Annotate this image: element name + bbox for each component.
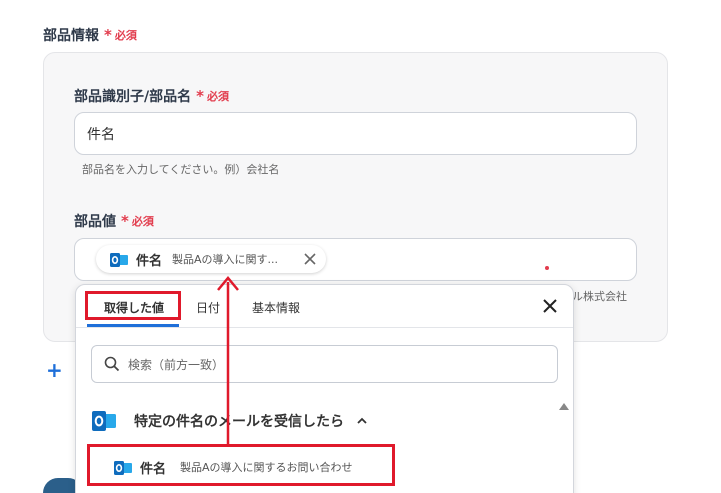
close-icon[interactable] bbox=[541, 297, 559, 315]
value-hint-tail: ル株式会社 bbox=[572, 290, 627, 303]
list-item[interactable]: 件名 製品Aの導入に関するお問い合わせ bbox=[98, 455, 388, 479]
scroll-up-arrow[interactable] bbox=[559, 403, 569, 410]
required-text: 必須 bbox=[206, 90, 229, 103]
tab-basic-info[interactable]: 基本情報 bbox=[252, 299, 300, 316]
required-text: 必須 bbox=[131, 215, 154, 228]
outlook-icon bbox=[92, 411, 116, 431]
section-title: 部品情報 * 必須 bbox=[43, 25, 137, 45]
chip-value: 製品Aの導入に関す... bbox=[172, 253, 279, 266]
field2-label-text: 部品値 bbox=[74, 214, 116, 230]
chip-name: 件名 bbox=[136, 253, 163, 269]
tab-divider bbox=[76, 327, 573, 328]
part-name-input[interactable]: 件名 bbox=[74, 112, 637, 155]
item-value: 製品Aの導入に関するお問い合わせ bbox=[180, 461, 353, 474]
field1-label: 部品識別子/部品名 * 必須 bbox=[74, 86, 229, 106]
add-icon[interactable]: + bbox=[46, 358, 63, 382]
part-name-value: 件名 bbox=[87, 127, 115, 143]
outlook-icon bbox=[114, 460, 132, 475]
search-input[interactable]: 検索（前方一致） bbox=[91, 345, 558, 383]
field1-label-text: 部品識別子/部品名 bbox=[74, 89, 192, 105]
item-name: 件名 bbox=[140, 461, 167, 477]
required-text: 必須 bbox=[114, 29, 137, 42]
chevron-up-icon[interactable] bbox=[356, 415, 368, 427]
search-icon bbox=[104, 356, 120, 372]
required-star: * bbox=[104, 26, 112, 44]
outlook-icon bbox=[110, 252, 128, 267]
annotation-arrow bbox=[217, 276, 239, 446]
required-star: * bbox=[121, 212, 129, 230]
value-chip[interactable]: 件名 製品Aの導入に関す... bbox=[96, 245, 326, 273]
part-name-hint: 部品名を入力してください。例）会社名 bbox=[82, 163, 280, 176]
close-icon[interactable] bbox=[302, 251, 318, 267]
section-label: 部品情報 bbox=[43, 28, 99, 44]
search-placeholder: 検索（前方一致） bbox=[128, 357, 225, 372]
cursor-dot bbox=[545, 266, 549, 270]
tab-acquired-values[interactable]: 取得した値 bbox=[104, 299, 164, 316]
value-picker-dropdown: 取得した値 日付 基本情報 検索（前方一致） 特定の件名のメールを受信したら 件… bbox=[75, 284, 574, 493]
required-star: * bbox=[196, 87, 204, 105]
field2-label: 部品値 * 必須 bbox=[74, 211, 154, 231]
